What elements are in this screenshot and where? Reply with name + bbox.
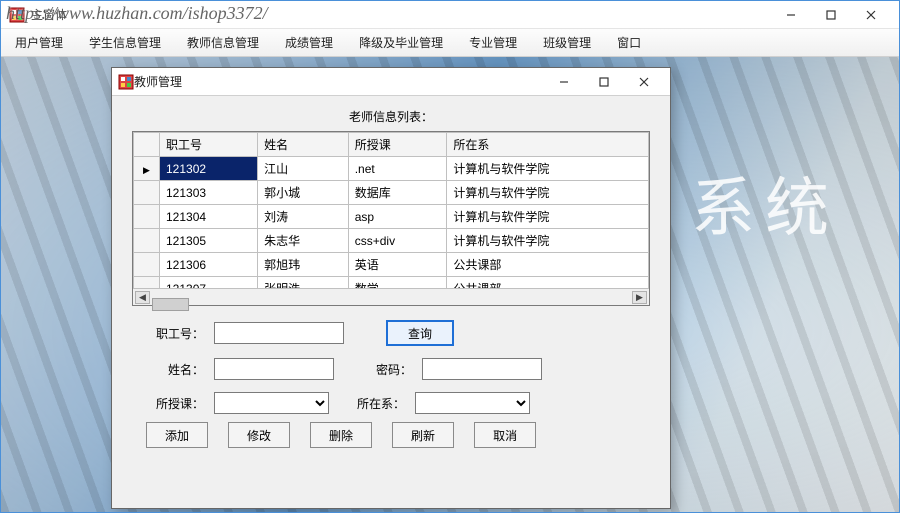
main-window: 主窗体 用户管理 学生信息管理 教师信息管理 成绩管理 降级及毕业管理 专业管理… xyxy=(0,0,900,513)
cell-dept[interactable]: 公共课部 xyxy=(447,277,649,289)
scroll-right-icon[interactable]: ▶ xyxy=(632,291,647,304)
col-name[interactable]: 姓名 xyxy=(258,133,349,157)
menu-student[interactable]: 学生信息管理 xyxy=(85,30,165,55)
input-id[interactable] xyxy=(214,322,344,344)
grid-table: 职工号 姓名 所授课 所在系 121302江山.net计算机与软件学院12130… xyxy=(133,132,649,288)
child-window-buttons xyxy=(544,68,664,96)
row-header-corner[interactable] xyxy=(134,133,160,157)
cell-id[interactable]: 121306 xyxy=(160,253,258,277)
table-row[interactable]: 121304刘涛asp计算机与软件学院 xyxy=(134,205,649,229)
cell-dept[interactable]: 计算机与软件学院 xyxy=(447,229,649,253)
main-titlebar: 主窗体 xyxy=(1,1,899,29)
grid-hscrollbar[interactable]: ◀ ▶ xyxy=(133,288,649,305)
cell-id[interactable]: 121307 xyxy=(160,277,258,289)
cell-id[interactable]: 121303 xyxy=(160,181,258,205)
teacher-grid[interactable]: 职工号 姓名 所授课 所在系 121302江山.net计算机与软件学院12130… xyxy=(132,131,650,306)
menu-major[interactable]: 专业管理 xyxy=(465,30,521,55)
cell-id[interactable]: 121305 xyxy=(160,229,258,253)
cell-course[interactable]: .net xyxy=(348,157,447,181)
child-title: 教师管理 xyxy=(134,73,544,90)
row-header[interactable] xyxy=(134,181,160,205)
row-header[interactable] xyxy=(134,157,160,181)
row-header[interactable] xyxy=(134,205,160,229)
child-maximize-button[interactable] xyxy=(584,68,624,96)
menu-user[interactable]: 用户管理 xyxy=(11,30,67,55)
cell-course[interactable]: 英语 xyxy=(348,253,447,277)
menu-grade[interactable]: 成绩管理 xyxy=(281,30,337,55)
row-header[interactable] xyxy=(134,277,160,289)
row-header[interactable] xyxy=(134,229,160,253)
label-id: 职工号： xyxy=(152,325,204,342)
col-dept[interactable]: 所在系 xyxy=(447,133,649,157)
label-password: 密码： xyxy=(372,361,412,378)
grid-viewport: 职工号 姓名 所授课 所在系 121302江山.net计算机与软件学院12130… xyxy=(133,132,649,288)
cell-dept[interactable]: 计算机与软件学院 xyxy=(447,181,649,205)
close-button[interactable] xyxy=(851,1,891,29)
mdi-client-area: 系统 教师管理 老师信息列表： xyxy=(1,57,899,512)
cell-name[interactable]: 郭小城 xyxy=(258,181,349,205)
select-course[interactable] xyxy=(214,392,329,414)
refresh-button[interactable]: 刷新 xyxy=(392,422,454,448)
scroll-left-icon[interactable]: ◀ xyxy=(135,291,150,304)
label-name: 姓名： xyxy=(152,361,204,378)
table-row[interactable]: 121303郭小城数据库计算机与软件学院 xyxy=(134,181,649,205)
input-password[interactable] xyxy=(422,358,542,380)
cell-course[interactable]: asp xyxy=(348,205,447,229)
cancel-button[interactable]: 取消 xyxy=(474,422,536,448)
child-minimize-button[interactable] xyxy=(544,68,584,96)
cell-course[interactable]: 数学 xyxy=(348,277,447,289)
col-course[interactable]: 所授课 xyxy=(348,133,447,157)
cell-name[interactable]: 郭旭玮 xyxy=(258,253,349,277)
cell-name[interactable]: 张明浩 xyxy=(258,277,349,289)
cell-dept[interactable]: 公共课部 xyxy=(447,253,649,277)
minimize-button[interactable] xyxy=(771,1,811,29)
cell-name[interactable]: 刘涛 xyxy=(258,205,349,229)
main-title: 主窗体 xyxy=(31,6,771,23)
query-form: 职工号： 查询 姓名： 密码： 所授课： xyxy=(132,320,650,414)
delete-button[interactable]: 删除 xyxy=(310,422,372,448)
menu-graduate[interactable]: 降级及毕业管理 xyxy=(355,30,447,55)
cell-course[interactable]: css+div xyxy=(348,229,447,253)
query-button[interactable]: 查询 xyxy=(386,320,454,346)
cell-name[interactable]: 江山 xyxy=(258,157,349,181)
select-dept[interactable] xyxy=(415,392,530,414)
menu-window[interactable]: 窗口 xyxy=(613,30,645,55)
cell-id[interactable]: 121302 xyxy=(160,157,258,181)
cell-dept[interactable]: 计算机与软件学院 xyxy=(447,157,649,181)
grid-caption: 老师信息列表： xyxy=(132,108,650,125)
table-row[interactable]: 121302江山.net计算机与软件学院 xyxy=(134,157,649,181)
cell-name[interactable]: 朱志华 xyxy=(258,229,349,253)
col-id[interactable]: 职工号 xyxy=(160,133,258,157)
main-menubar: 用户管理 学生信息管理 教师信息管理 成绩管理 降级及毕业管理 专业管理 班级管… xyxy=(1,29,899,57)
input-name[interactable] xyxy=(214,358,334,380)
table-row[interactable]: 121305朱志华css+div计算机与软件学院 xyxy=(134,229,649,253)
table-row[interactable]: 121306郭旭玮英语公共课部 xyxy=(134,253,649,277)
child-app-icon xyxy=(118,74,134,90)
main-window-buttons xyxy=(771,1,891,29)
teacher-mgmt-window: 教师管理 老师信息列表： 职工号 xyxy=(111,67,671,509)
background-text: 系统 xyxy=(691,157,839,249)
child-close-button[interactable] xyxy=(624,68,664,96)
menu-teacher[interactable]: 教师信息管理 xyxy=(183,30,263,55)
row-header[interactable] xyxy=(134,253,160,277)
label-course: 所授课： xyxy=(152,395,204,412)
action-buttons: 添加 修改 删除 刷新 取消 xyxy=(132,414,650,448)
app-icon xyxy=(9,7,25,23)
maximize-button[interactable] xyxy=(811,1,851,29)
edit-button[interactable]: 修改 xyxy=(228,422,290,448)
table-row[interactable]: 121307张明浩数学公共课部 xyxy=(134,277,649,289)
menu-class[interactable]: 班级管理 xyxy=(539,30,595,55)
cell-dept[interactable]: 计算机与软件学院 xyxy=(447,205,649,229)
child-body: 老师信息列表： 职工号 姓名 所授课 所在系 xyxy=(112,96,670,508)
cell-id[interactable]: 121304 xyxy=(160,205,258,229)
add-button[interactable]: 添加 xyxy=(146,422,208,448)
child-titlebar: 教师管理 xyxy=(112,68,670,96)
label-dept: 所在系： xyxy=(355,395,405,412)
cell-course[interactable]: 数据库 xyxy=(348,181,447,205)
